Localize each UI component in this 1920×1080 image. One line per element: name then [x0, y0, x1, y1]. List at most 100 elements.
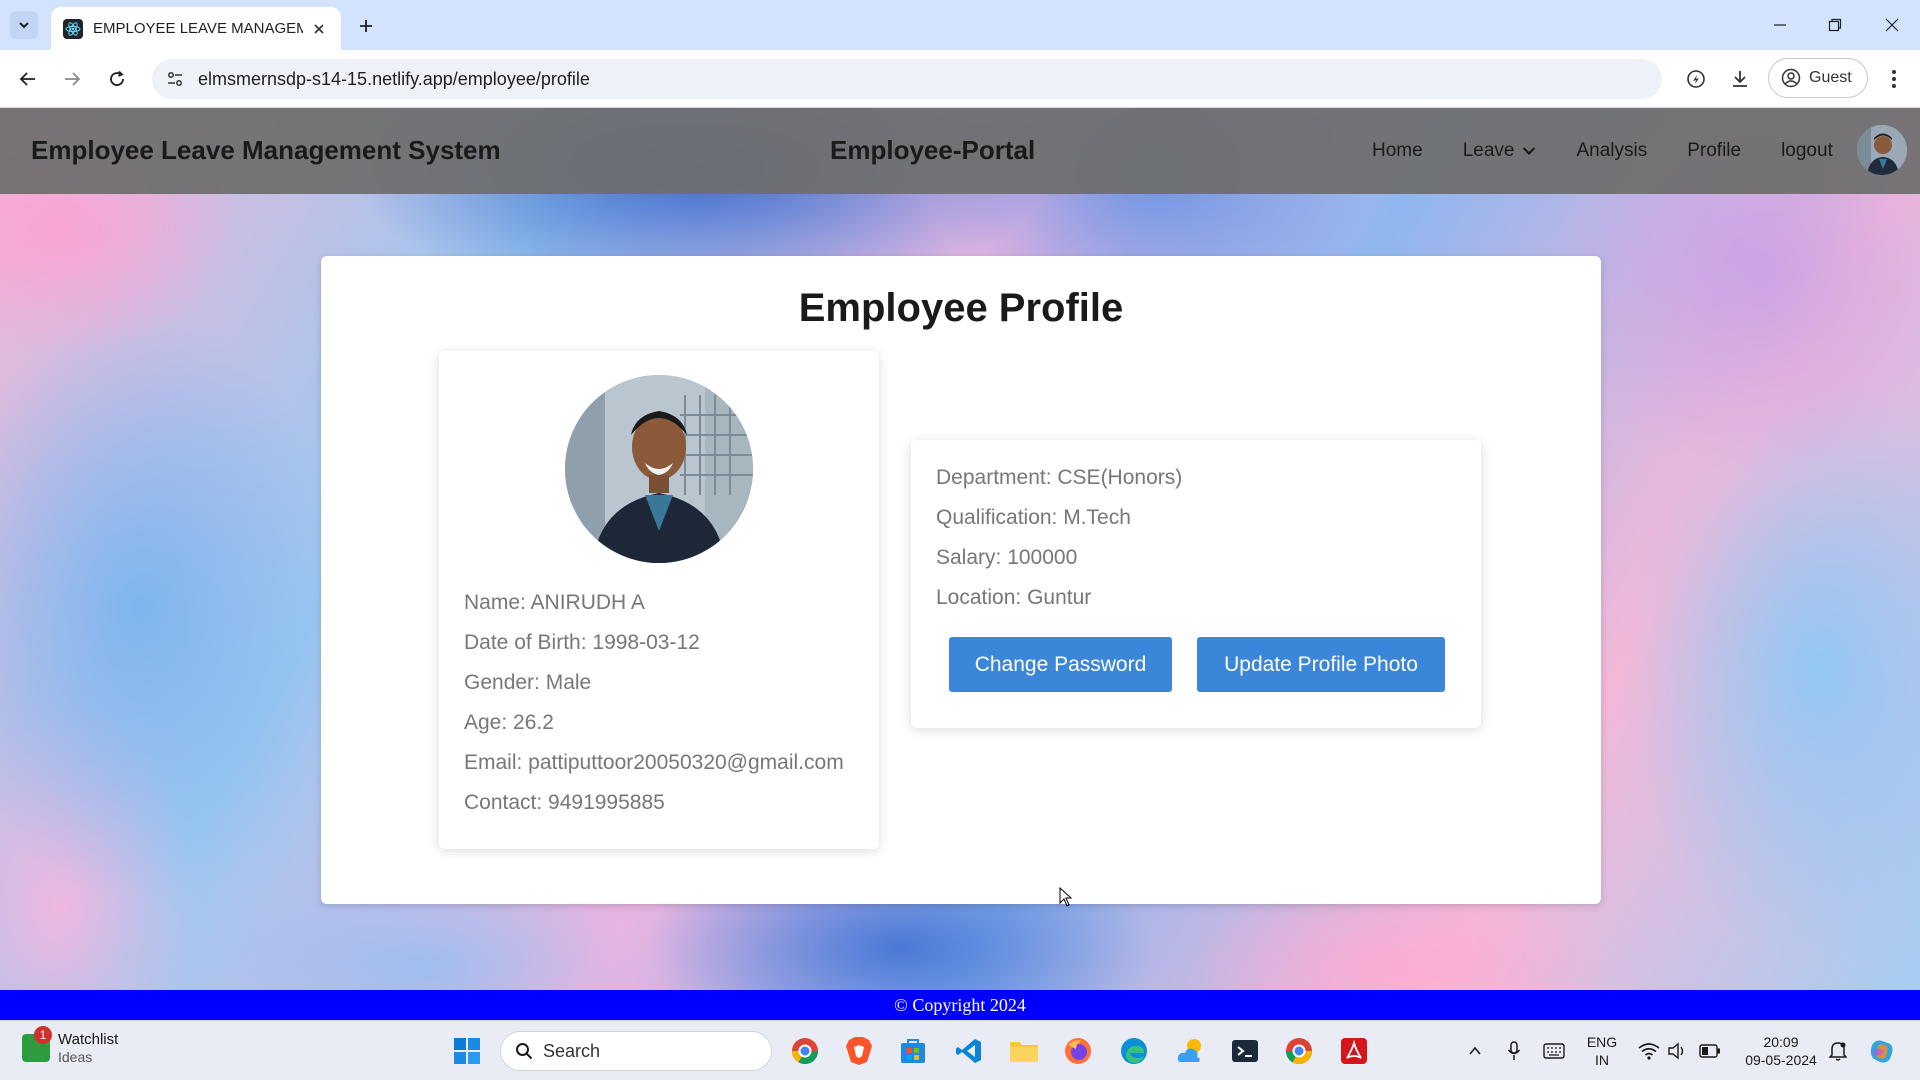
downloads-button[interactable] — [1726, 65, 1754, 93]
microphone-icon[interactable] — [1498, 1035, 1530, 1067]
browser-menu-button[interactable] — [1880, 65, 1908, 93]
battery-icon[interactable] — [1694, 1035, 1726, 1067]
tab-title: EMPLOYEE LEAVE MANAGEMENT — [93, 20, 303, 37]
update-profile-photo-button[interactable]: Update Profile Photo — [1197, 637, 1445, 692]
browser-tabstrip: EMPLOYEE LEAVE MANAGEMENT — [0, 0, 1920, 50]
chrome-icon[interactable] — [1283, 1035, 1315, 1067]
file-explorer-icon[interactable] — [1008, 1035, 1040, 1067]
chevron-down-icon — [1523, 147, 1536, 156]
employee-name: Name: ANIRUDH A — [464, 591, 645, 614]
employee-gender: Gender: Male — [464, 671, 592, 694]
plus-icon — [360, 20, 372, 32]
edge-icon[interactable] — [1118, 1035, 1150, 1067]
copilot-icon[interactable] — [1866, 1035, 1898, 1067]
speedometer-icon — [1687, 70, 1705, 88]
performance-button[interactable] — [1682, 65, 1710, 93]
profile-card: Employee Profile Name: ANIRUDH A Date of… — [321, 256, 1601, 904]
employee-dob: Date of Birth: 1998-03-12 — [464, 631, 700, 654]
windows-start-icon[interactable] — [451, 1035, 483, 1067]
personal-info-panel: Name: ANIRUDH A Date of Birth: 1998-03-1… — [439, 351, 879, 849]
watchlist-label: Watchlist — [58, 1031, 119, 1048]
volume-icon[interactable] — [1661, 1035, 1693, 1067]
nav-home[interactable]: Home — [1372, 140, 1423, 162]
brave-browser-icon[interactable] — [843, 1035, 875, 1067]
minimize-icon — [1774, 24, 1786, 26]
forward-button[interactable] — [58, 65, 86, 93]
region-code: IN — [1595, 1052, 1609, 1068]
employee-contact: Contact: 9491995885 — [464, 791, 665, 814]
profile-photo — [565, 375, 753, 563]
restore-icon — [1828, 18, 1842, 32]
watchlist-sub: Ideas — [58, 1049, 93, 1065]
keyboard-icon[interactable] — [1538, 1035, 1570, 1067]
arrow-right-icon — [65, 72, 81, 86]
employee-salary: Salary: 100000 — [936, 546, 1078, 569]
tab-search-button[interactable] — [10, 11, 38, 39]
arrow-left-icon — [19, 72, 35, 86]
avatar-image — [1857, 125, 1907, 175]
nav-leave-dropdown[interactable]: Leave — [1463, 140, 1537, 162]
taskbar-search-label: Search — [543, 1040, 601, 1061]
weather-app-icon[interactable] — [1174, 1035, 1206, 1067]
page-title: Employee Profile — [798, 286, 1124, 330]
acrobat-reader-icon[interactable] — [1338, 1035, 1370, 1067]
clock-time: 20:09 — [1763, 1034, 1799, 1050]
minimize-window-button[interactable] — [1760, 10, 1800, 40]
notification-bell-icon[interactable] — [1822, 1035, 1854, 1067]
back-button[interactable] — [14, 65, 42, 93]
windows-taskbar: 1 Watchlist Ideas Search ENG IN 20:09 09… — [0, 1020, 1920, 1080]
user-avatar[interactable] — [1857, 125, 1907, 175]
employee-department: Department: CSE(Honors) — [936, 466, 1183, 489]
watchlist-widget[interactable]: 1 Watchlist Ideas — [22, 1026, 119, 1065]
personal-info-list: Name: ANIRUDH A Date of Birth: 1998-03-1… — [464, 583, 844, 823]
watchlist-badge: 1 — [34, 1026, 52, 1044]
profile-label: Guest — [1809, 69, 1852, 86]
mouse-cursor-icon — [1059, 887, 1073, 907]
reload-button[interactable] — [103, 65, 131, 93]
chrome-dev-icon[interactable] — [789, 1035, 821, 1067]
copyright-footer: © Copyright 2024 — [0, 990, 1920, 1020]
firefox-icon[interactable] — [1062, 1035, 1094, 1067]
input-language[interactable]: ENG IN — [1584, 1033, 1620, 1069]
taskbar-search-box[interactable]: Search — [500, 1031, 772, 1071]
profile-guest-button[interactable]: Guest — [1768, 58, 1868, 98]
react-favicon-icon — [63, 18, 83, 39]
url-text[interactable]: elmsmernsdp-s14-15.netlify.app/employee/… — [198, 69, 590, 90]
work-info-panel: Department: CSE(Honors) Qualification: M… — [911, 440, 1481, 728]
terminal-app-icon[interactable] — [1229, 1035, 1261, 1067]
clock[interactable]: 20:09 09-05-2024 — [1738, 1033, 1824, 1069]
chevron-down-icon — [19, 22, 29, 29]
employee-email: Email: pattiputtoor20050320@gmail.com — [464, 751, 844, 774]
portal-title: Employee-Portal — [830, 135, 1036, 165]
new-tab-button[interactable] — [352, 12, 380, 40]
nav-analysis[interactable]: Analysis — [1576, 140, 1647, 162]
close-window-button[interactable] — [1872, 10, 1912, 40]
app-header: Employee Leave Management System Employe… — [0, 108, 1920, 194]
close-icon — [1885, 18, 1899, 32]
show-hidden-icons-chevron-up-icon[interactable] — [1459, 1035, 1491, 1067]
profile-photo-image — [565, 375, 753, 563]
microsoft-store-icon[interactable] — [897, 1035, 929, 1067]
vscode-icon[interactable] — [953, 1035, 985, 1067]
site-settings-icon[interactable] — [166, 70, 184, 88]
change-password-button[interactable]: Change Password — [949, 637, 1172, 692]
employee-age: Age: 26.2 — [464, 711, 554, 734]
main-nav: Home Leave Analysis Profile logout — [1372, 108, 1873, 194]
tab-close-icon[interactable] — [309, 19, 329, 39]
nav-logout[interactable]: logout — [1781, 140, 1833, 162]
browser-toolbar: elmsmernsdp-s14-15.netlify.app/employee/… — [0, 50, 1920, 108]
language-code: ENG — [1586, 1034, 1618, 1050]
nav-profile[interactable]: Profile — [1687, 140, 1741, 162]
page-background: Employee Leave Management System Employe… — [0, 108, 1920, 990]
reload-icon — [110, 70, 124, 86]
browser-tab-active[interactable]: EMPLOYEE LEAVE MANAGEMENT — [51, 7, 341, 50]
work-info-list: Department: CSE(Honors) Qualification: M… — [936, 458, 1182, 618]
employee-location: Location: Guntur — [936, 586, 1092, 609]
user-circle-icon — [1781, 68, 1801, 88]
employee-qualification: Qualification: M.Tech — [936, 506, 1131, 529]
download-icon — [1733, 71, 1747, 87]
stock-chart-icon: 1 — [22, 1026, 52, 1062]
nav-leave-label: Leave — [1462, 140, 1515, 161]
address-bar[interactable]: elmsmernsdp-s14-15.netlify.app/employee/… — [152, 59, 1662, 99]
restore-window-button[interactable] — [1815, 10, 1855, 40]
